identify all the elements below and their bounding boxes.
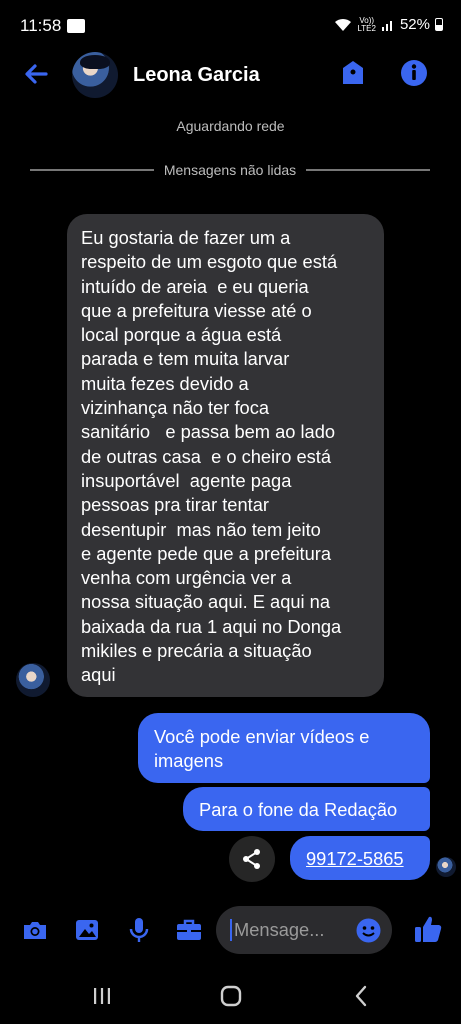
incoming-message[interactable]: Eu gostaria de fazer um a respeito de um… — [67, 214, 384, 697]
battery-icon — [435, 18, 443, 31]
share-button[interactable] — [229, 836, 275, 882]
lock-icon[interactable] — [338, 58, 368, 88]
home-icon[interactable] — [217, 982, 245, 1010]
network-label: Vo)) LTE2 — [357, 15, 376, 33]
back-icon[interactable] — [348, 982, 376, 1010]
battery-percent: 52% — [399, 16, 430, 33]
text-cursor — [230, 919, 232, 941]
read-receipt-avatar — [436, 857, 456, 877]
sender-avatar[interactable] — [16, 663, 50, 697]
microphone-icon[interactable] — [124, 915, 154, 945]
thumbs-up-icon[interactable] — [412, 913, 444, 945]
input-placeholder: Mensage... — [234, 919, 325, 940]
divider-line-right — [306, 169, 430, 171]
unread-divider: Mensagens não lidas — [30, 160, 430, 180]
back-arrow-icon[interactable] — [20, 58, 52, 90]
signal-icon — [381, 20, 392, 31]
phone-link-message[interactable]: 99172-5865 — [290, 836, 430, 880]
message-input[interactable]: Mensage... — [216, 906, 392, 954]
network-status: Aguardando rede — [176, 118, 285, 134]
unread-label: Mensagens não lidas — [163, 162, 297, 178]
notification-icon — [67, 19, 85, 33]
briefcase-icon[interactable] — [174, 915, 204, 945]
camera-icon[interactable] — [20, 915, 50, 945]
outgoing-message[interactable]: Você pode enviar vídeos e imagens — [138, 713, 430, 783]
recents-icon[interactable] — [88, 982, 116, 1010]
status-right: Vo)) LTE2 52% — [334, 16, 443, 33]
contact-name[interactable]: Leona Garcia — [133, 64, 260, 87]
system-nav-bar — [0, 968, 461, 1024]
message-composer: Mensage... — [0, 905, 461, 955]
status-bar: 11:58 Vo)) LTE2 52% — [0, 0, 461, 52]
wifi-icon — [335, 18, 352, 31]
emoji-icon[interactable] — [356, 918, 381, 943]
gallery-icon[interactable] — [72, 915, 102, 945]
outgoing-message[interactable]: Para o fone da Redação — [183, 787, 430, 831]
divider-line-left — [30, 169, 154, 171]
share-icon — [243, 849, 260, 869]
status-time: 11:58 — [20, 16, 62, 35]
info-icon[interactable] — [399, 58, 429, 88]
contact-avatar[interactable] — [72, 52, 118, 98]
chat-header: Leona Garcia — [0, 52, 461, 98]
